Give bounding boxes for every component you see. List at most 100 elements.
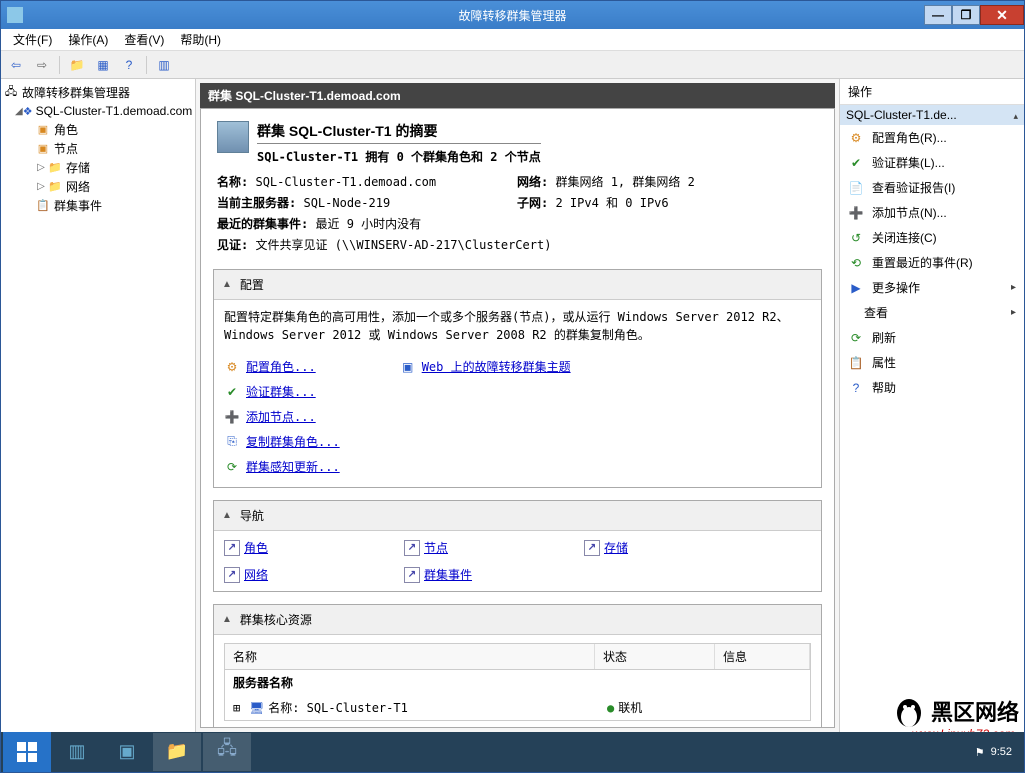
actions-context-header[interactable]: SQL-Cluster-T1.de... [840,105,1024,125]
tray-time[interactable]: 9:52 [991,746,1012,758]
online-status-icon: ● [607,701,614,715]
center-body[interactable]: 群集 SQL-Cluster-T1 的摘要 SQL-Cluster-T1 拥有 … [200,108,835,728]
reset-icon: ⟲ [848,255,864,271]
menu-file[interactable]: 文件(F) [5,29,60,50]
section-nav-title: 导航 [240,507,264,524]
system-tray[interactable]: ⚑ 9:52 [975,746,1022,759]
maximize-button[interactable]: ❐ [952,5,980,25]
tree-events-label: 群集事件 [54,197,102,214]
collapse-icon[interactable]: ◢ [15,106,23,117]
value-subnet: 2 IPv4 和 0 IPv6 [555,196,668,210]
row-name: 名称: SQL-Cluster-T1 [268,699,408,716]
section-nav-header[interactable]: ▲ 导航 [214,501,821,531]
tree-cluster-label: SQL-Cluster-T1.demoad.com [36,104,193,118]
task-server-manager[interactable]: ▥ [53,733,101,771]
menu-action[interactable]: 操作(A) [60,29,116,50]
collapse-icon: ▲ [222,614,232,625]
tree-networks[interactable]: ▷ 📁 网络 [3,177,193,196]
col-info[interactable]: 信息 [715,644,810,669]
section-config-header[interactable]: ▲ 配置 [214,270,821,300]
col-name[interactable]: 名称 [225,644,595,669]
task-cluster-manager[interactable]: 🖧 [203,733,251,771]
folder-up-button[interactable]: 📁 [66,54,88,76]
action-close-connection[interactable]: ↺关闭连接(C) [840,225,1024,250]
action-view-report[interactable]: 📄查看验证报告(I) [840,175,1024,200]
close-button[interactable]: ✕ [980,5,1024,25]
copy-role-icon: ⎘ [224,434,240,450]
section-config: ▲ 配置 配置特定群集角色的高可用性，添加一个或多个服务器(节点)，或从运行 W… [213,269,822,488]
collapse-icon: ▲ [222,510,232,521]
web-topic-icon: ▣ [400,359,416,375]
link-copy-role[interactable]: 复制群集角色... [246,433,340,450]
col-status[interactable]: 状态 [595,644,715,669]
section-core-title: 群集核心资源 [240,611,312,628]
task-explorer[interactable]: 📁 [153,733,201,771]
link-web-topic[interactable]: Web 上的故障转移群集主题 [422,358,571,375]
nav-nodes[interactable]: 节点 [424,539,448,556]
nav-networks[interactable]: 网络 [244,566,268,583]
configure-role-icon: ⚙ [848,130,864,146]
more-icon: ▶ [848,280,864,296]
networks-icon: 📁 [47,179,63,195]
tree-roles[interactable]: ▣ 角色 [3,120,193,139]
validate-icon: ✔ [224,384,240,400]
label-recent: 最近的群集事件: [217,217,308,231]
tray-flag-icon[interactable]: ⚑ [975,746,985,759]
action-reset-events[interactable]: ⟲重置最近的事件(R) [840,250,1024,275]
view-mode-button[interactable]: ▦ [92,54,114,76]
nav-arrow-icon: ↗ [404,567,420,583]
events-icon: 📋 [35,198,51,214]
server-icon: 🖥 [249,701,264,715]
actions-pane: 操作 SQL-Cluster-T1.de... ⚙配置角色(R)... ✔验证群… [839,79,1024,732]
action-properties[interactable]: 📋属性 [840,350,1024,375]
back-button[interactable]: ⇦ [5,54,27,76]
roles-icon: ▣ [35,122,51,138]
menubar: 文件(F) 操作(A) 查看(V) 帮助(H) [1,29,1024,51]
table-row[interactable]: ⊞ 🖥 名称: SQL-Cluster-T1 ● 联机 [225,695,810,720]
value-host: SQL-Node-219 [303,196,390,210]
minimize-button[interactable]: — [924,5,952,25]
nav-arrow-icon: ↗ [404,540,420,556]
action-refresh[interactable]: ⟳刷新 [840,325,1024,350]
section-core-header[interactable]: ▲ 群集核心资源 [214,605,821,635]
tree-nodes[interactable]: ▣ 节点 [3,139,193,158]
link-add-node[interactable]: 添加节点... [246,408,316,425]
tree-events[interactable]: 📋 群集事件 [3,196,193,215]
expand-icon[interactable]: ▷ [35,162,47,173]
tree-cluster[interactable]: ◢ ❖ SQL-Cluster-T1.demoad.com [3,102,193,120]
group-server-name[interactable]: 服务器名称 [225,670,810,695]
section-nav: ▲ 导航 ↗角色 ↗节点 ↗存储 ↗网络 ↗群集事件 [213,500,822,592]
value-name: SQL-Cluster-T1.demoad.com [255,175,436,189]
action-help[interactable]: ?帮助 [840,375,1024,400]
task-powershell[interactable]: ▣ [103,733,151,771]
action-validate-cluster[interactable]: ✔验证群集(L)... [840,150,1024,175]
help-icon: ? [848,380,864,396]
value-network: 群集网络 1, 群集网络 2 [555,175,694,189]
nav-events[interactable]: 群集事件 [424,566,472,583]
action-configure-role[interactable]: ⚙配置角色(R)... [840,125,1024,150]
menu-help[interactable]: 帮助(H) [172,29,229,50]
expand-icon[interactable]: ⊞ [233,701,245,715]
summary-title: 群集 SQL-Cluster-T1 的摘要 [257,121,541,144]
tree-root-label: 故障转移群集管理器 [22,84,130,101]
link-aware-update[interactable]: 群集感知更新... [246,458,340,475]
action-view[interactable]: 查看 [840,300,1024,325]
action-more[interactable]: ▶更多操作 [840,275,1024,300]
tree-root[interactable]: 🖧 故障转移群集管理器 [3,83,193,102]
tree-storage[interactable]: ▷ 📁 存储 [3,158,193,177]
link-validate[interactable]: 验证群集... [246,383,316,400]
forward-button[interactable]: ⇨ [31,54,53,76]
action-add-node[interactable]: ➕添加节点(N)... [840,200,1024,225]
nav-storage[interactable]: 存储 [604,539,628,556]
menu-view[interactable]: 查看(V) [116,29,172,50]
help-toolbar-button[interactable]: ? [118,54,140,76]
nav-roles[interactable]: 角色 [244,539,268,556]
link-configure-role[interactable]: 配置角色... [246,358,316,375]
close-conn-icon: ↺ [848,230,864,246]
table-header-row: 名称 状态 信息 [225,644,810,670]
details-toolbar-button[interactable]: ▥ [153,54,175,76]
start-button[interactable] [3,732,51,772]
expand-icon[interactable]: ▷ [35,181,47,192]
tree-pane: 🖧 故障转移群集管理器 ◢ ❖ SQL-Cluster-T1.demoad.co… [1,79,196,732]
app-icon [7,7,23,23]
